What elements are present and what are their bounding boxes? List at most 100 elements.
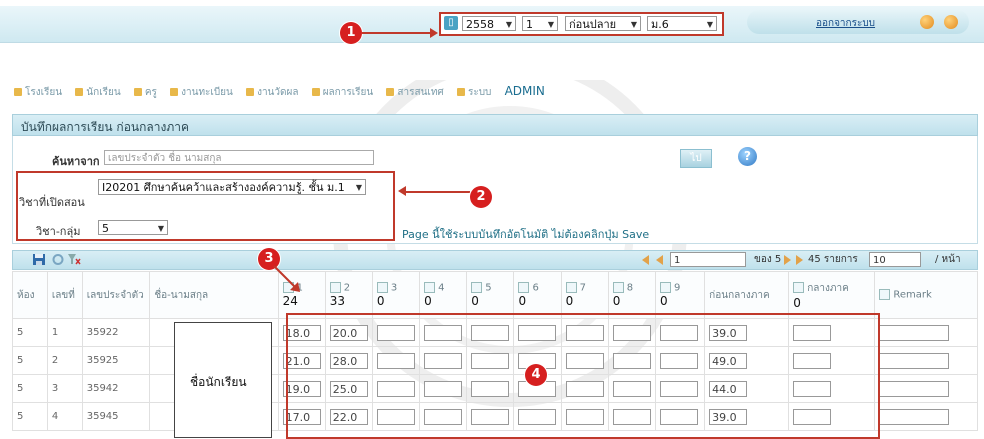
cell-room: 5 [12,374,48,403]
group-select[interactable]: 5 ▼ [98,220,168,235]
cell-remark[interactable] [874,402,978,431]
checkbox[interactable] [565,282,577,294]
term-value: 1 [526,18,533,31]
col-score-8[interactable]: 80 [607,271,656,319]
col-score-3[interactable]: 30 [371,271,421,319]
col-index: 4 [438,282,445,294]
folder-icon [14,88,22,96]
term-select[interactable]: 1 ▼ [522,16,558,31]
folder-icon [133,88,142,96]
per-page-input[interactable]: 10 [869,252,921,267]
chevron-down-icon: ▼ [157,224,164,233]
room-value: 5 [17,383,24,394]
nav-item-label: ระบบ [467,87,492,98]
help-icon[interactable] [944,15,958,29]
cell-remark[interactable] [874,346,978,375]
annotation-arrow-1 [362,32,430,34]
col-index: 3 [390,282,398,294]
nav-item-label: ครู [144,87,157,98]
col-max: 0 [565,293,574,308]
year-select[interactable]: 2558 ▼ [462,16,516,31]
checkbox[interactable] [329,282,341,294]
cell-room: 5 [12,318,48,347]
remark-input[interactable] [879,408,950,425]
next-page-icon[interactable] [784,255,791,265]
settings-icon[interactable] [920,15,934,29]
remark-input[interactable] [879,352,950,369]
col-score-4[interactable]: 40 [419,271,468,319]
col-score-5[interactable]: 50 [466,271,515,319]
nav-item-label: โรงเรียน [25,87,63,98]
score-entry-highlight [286,313,880,439]
checkbox[interactable] [612,282,624,294]
save-icon[interactable] [32,253,46,266]
nav-item-registry[interactable]: งานทะเบียน [170,87,233,98]
search-input[interactable]: เลขประจำตัว ชื่อ นามสกุล [104,150,374,165]
group-label: วิชา-กลุ่ม [36,225,81,238]
cell-remark[interactable] [874,318,978,347]
refresh-icon[interactable] [51,253,65,266]
cell-no: 1 [46,318,83,347]
cell-remark[interactable] [874,374,978,403]
chevron-down-icon: ▼ [706,20,713,29]
col-midterm[interactable]: กลางภาค 0 [788,271,876,319]
cell-no: 2 [46,346,83,375]
col-score-2[interactable]: 2 33 [324,271,373,319]
year-value: 2558 [466,18,494,31]
col-remark[interactable]: Remark [874,271,978,319]
col-index: 2 [343,282,351,294]
chevron-down-icon: ▼ [630,20,637,29]
col-score-7[interactable]: 70 [560,271,609,319]
col-max: 0 [471,293,479,308]
col-max: 0 [659,293,668,308]
nav-item-label: นักเรียน [86,87,121,98]
chevron-down-icon: ▼ [505,20,512,29]
checkbox[interactable] [793,282,805,293]
remark-input[interactable] [879,324,950,341]
nav-item-results[interactable]: ผลการเรียน [311,87,373,98]
grade-value: ม.6 [651,18,669,31]
grade-select[interactable]: ม.6 ▼ [647,16,717,31]
nav-item-admin[interactable]: ADMIN [505,84,545,98]
col-max: 0 [376,293,385,308]
cell-room: 5 [12,346,48,375]
go-button[interactable]: ไป [680,149,712,168]
nav-item-students[interactable]: นักเรียน [75,87,121,98]
col-max: 0 [518,293,527,308]
question-icon[interactable]: ? [738,147,757,166]
folder-icon [246,88,255,96]
folder-icon [170,88,179,96]
remark-input[interactable] [879,380,950,397]
col-score-9[interactable]: 90 [654,271,706,319]
col-score-6[interactable]: 60 [513,271,562,319]
checkbox[interactable] [659,282,671,294]
no-value: 3 [51,383,59,394]
subject-select[interactable]: I20201 ศึกษาค้นคว้าและสร้างองค์ความรู้. … [98,179,366,195]
room-value: 5 [17,411,24,422]
checkbox[interactable] [376,282,388,294]
filter-clear-icon[interactable] [67,253,81,266]
no-value: 2 [51,355,59,366]
id-value: 35922 [86,327,119,338]
nav-item-label: สารสนเทศ [397,87,444,98]
cell-room: 5 [12,402,48,431]
cell-id: 35945 [81,402,151,431]
page-input[interactable]: 1 [670,252,746,267]
period-select[interactable]: ก่อนปลาย ▼ [565,16,641,31]
logout-link[interactable]: ออกจากระบบ [816,16,875,31]
checkbox[interactable] [471,282,483,294]
nav-item-system[interactable]: ระบบ [456,87,492,98]
last-page-icon[interactable] [796,255,803,265]
first-page-icon[interactable] [642,255,649,265]
nav-item-assessment[interactable]: งานวัดผล [246,87,299,98]
nav-item-school[interactable]: โรงเรียน [14,87,62,98]
checkbox[interactable] [424,282,436,294]
checkbox[interactable] [879,289,891,301]
nav-item-info[interactable]: สารสนเทศ [386,87,444,98]
col-index: 7 [579,282,586,294]
checkbox[interactable] [518,282,530,294]
col-max: 0 [424,293,432,308]
nav-item-teachers[interactable]: ครู [133,87,157,98]
prev-page-icon[interactable] [656,255,663,265]
col-max: 0 [793,295,801,310]
